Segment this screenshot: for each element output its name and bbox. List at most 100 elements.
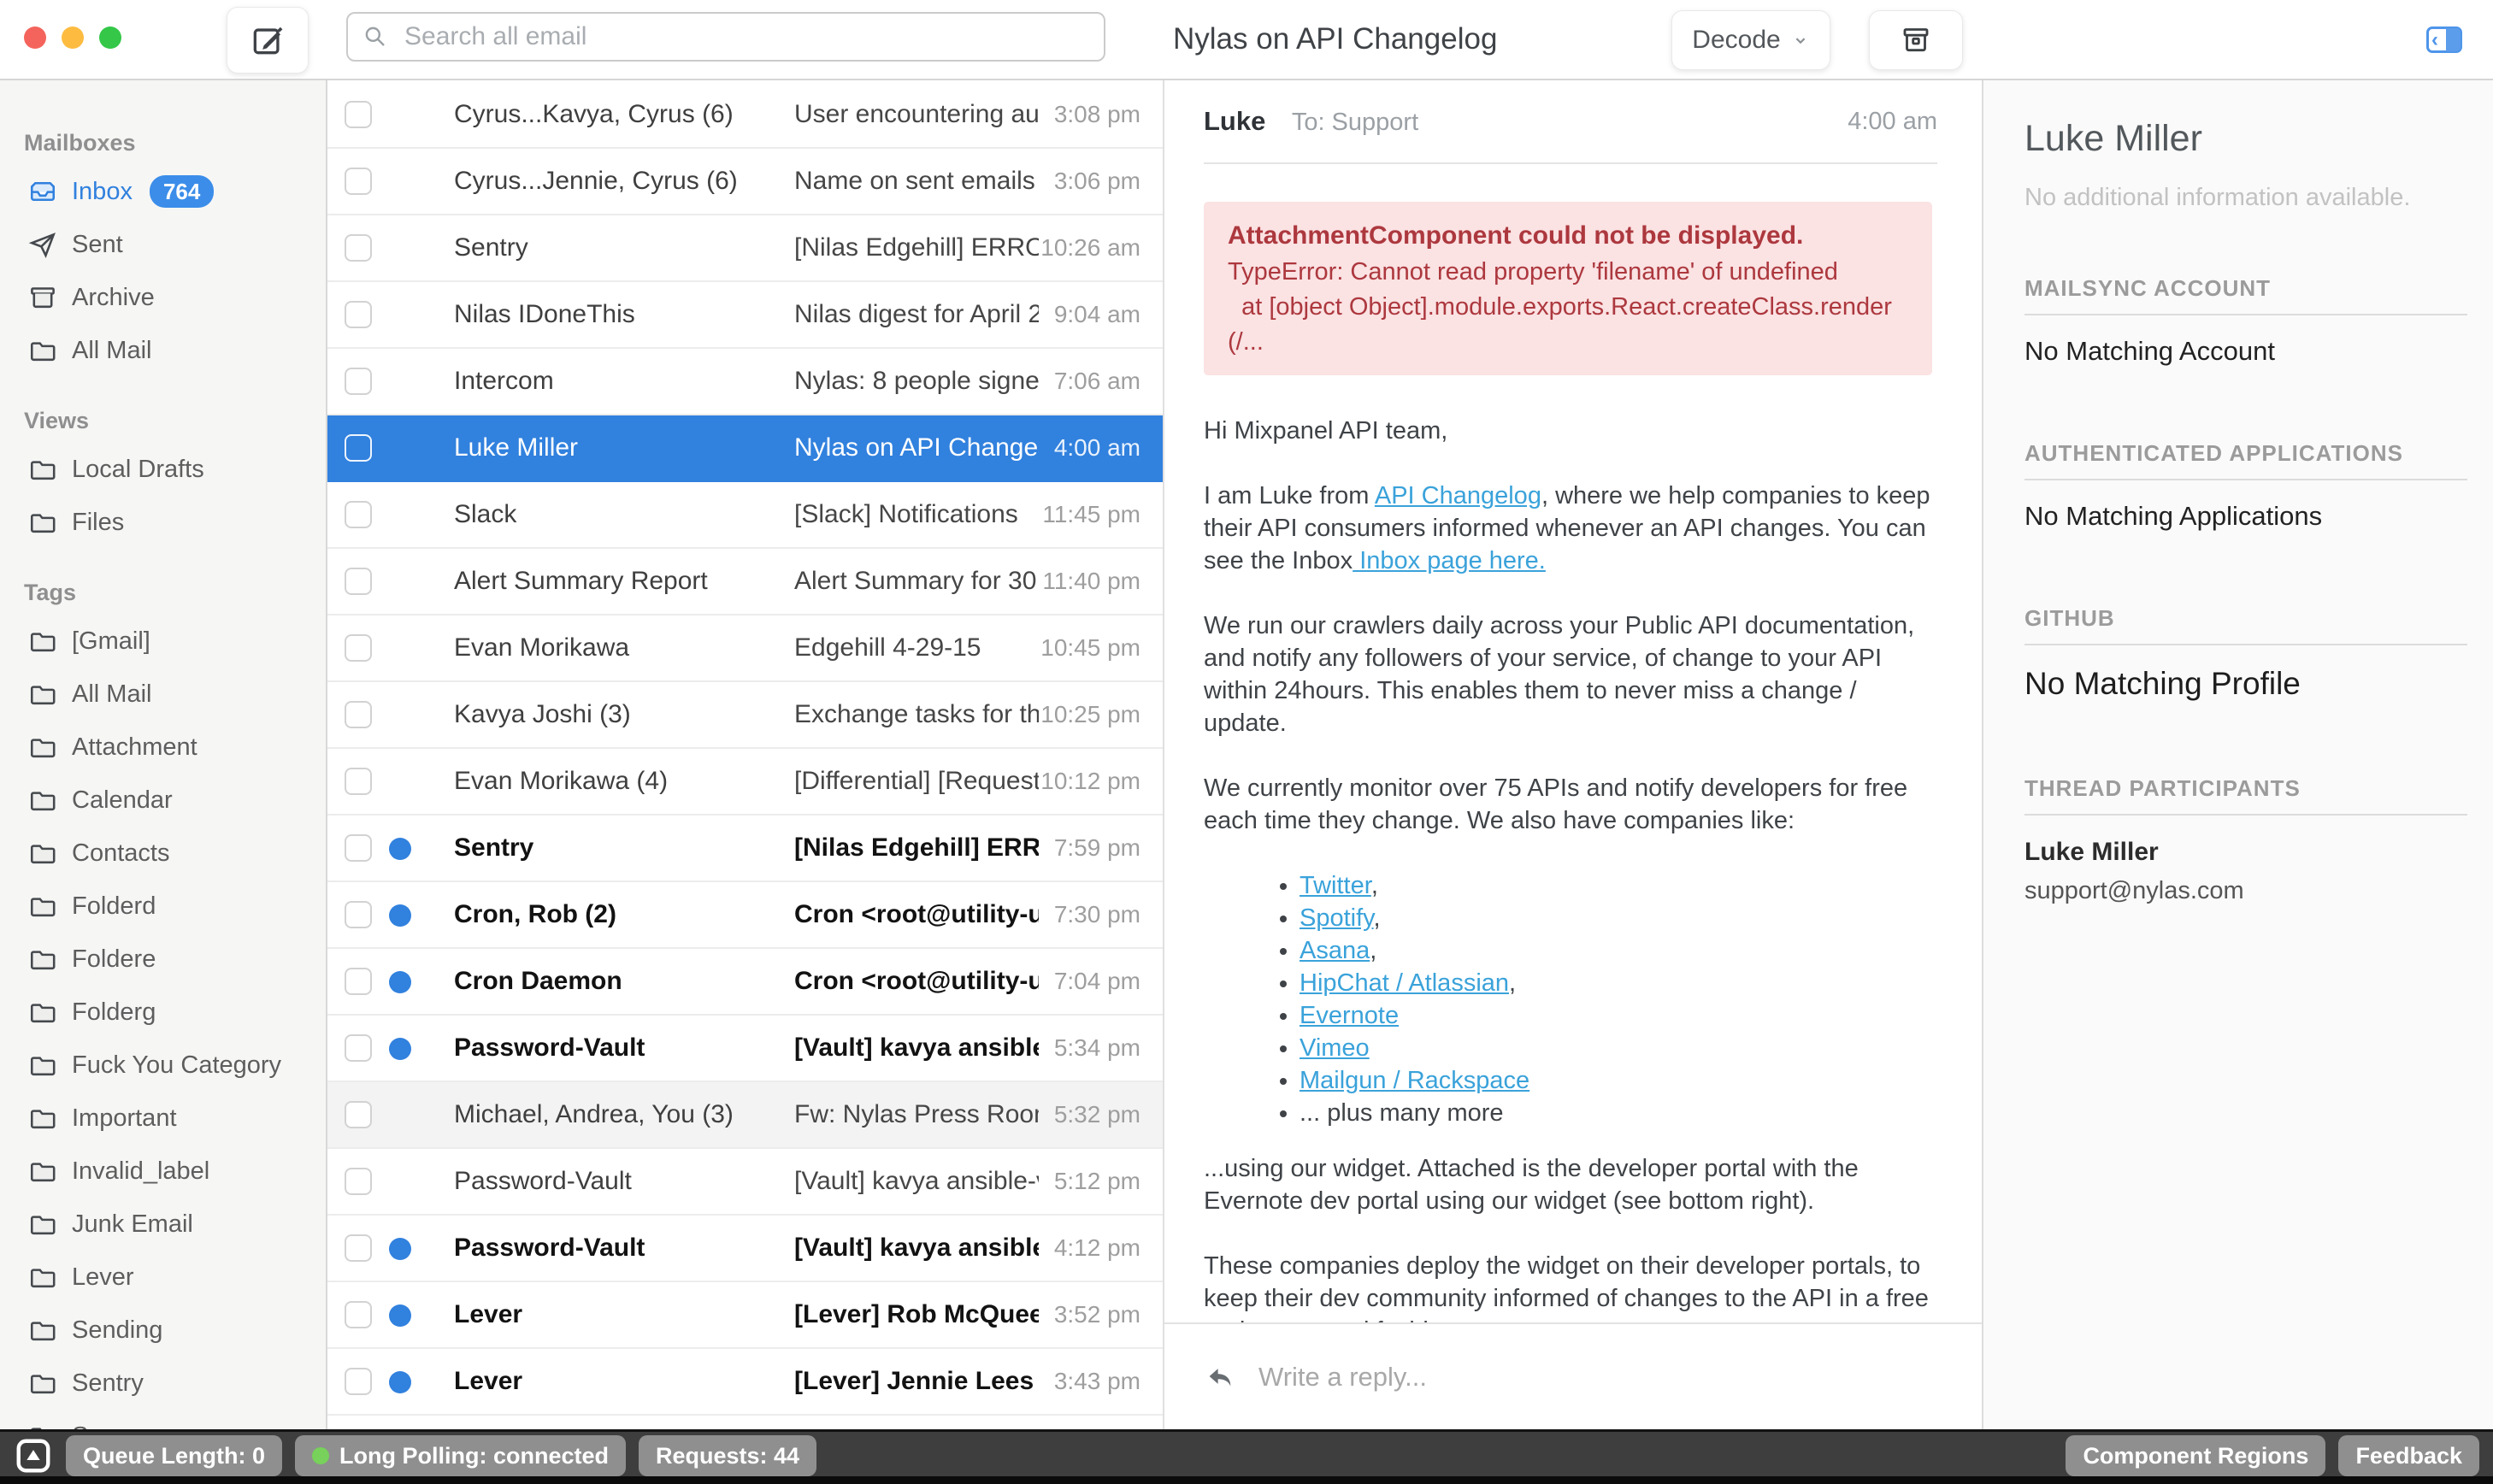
activity-icon[interactable] [14,1436,53,1475]
sidebar-item[interactable]: Archive [0,271,326,324]
thread-list-row[interactable]: Cron, Rob (2) Cron <root@utility-u 7:30 … [327,882,1163,949]
thread-checkbox[interactable] [345,901,372,928]
thread-checkbox[interactable] [345,1168,372,1195]
sidebar-item[interactable]: Attachment [0,721,326,774]
error-title: AttachmentComponent could not be display… [1228,217,1908,255]
sidebar-item[interactable]: Invalid_label [0,1145,326,1198]
api-changelog-link[interactable]: API Changelog [1375,482,1541,509]
inbox-page-link[interactable]: Inbox page here. [1353,547,1546,574]
list-item-text: ... plus many more [1300,1099,1504,1127]
sidebar-item[interactable]: Junk Email [0,1198,326,1251]
long-polling-pill[interactable]: Long Polling: connected [295,1435,626,1476]
thread-checkbox[interactable] [345,1301,372,1328]
thread-list-row[interactable]: Alert Summary Report Alert Summary for 3… [327,549,1163,615]
sidebar-item[interactable]: Local Drafts [0,443,326,496]
sidebar-item[interactable]: Sentry [0,1357,326,1410]
thread-checkbox[interactable] [345,634,372,662]
thread-checkbox[interactable] [345,701,372,728]
thread-checkbox[interactable] [345,1368,372,1395]
thread-list-row[interactable]: Evan Morikawa (4) [Differential] [Reques… [327,749,1163,816]
minimize-window-button[interactable] [62,26,84,49]
sidebar-item[interactable]: Files [0,496,326,549]
thread-list-row[interactable]: Sentry [Nilas Edgehill] ERROR 7:59 pm [327,816,1163,882]
message-scroll-area: Luke To: Support 4:00 am AttachmentCompo… [1164,80,1982,1322]
zoom-window-button[interactable] [99,26,121,49]
sidebar-item[interactable]: Fuck You Category [0,1039,326,1092]
sidebar-item[interactable]: Important [0,1092,326,1145]
thread-list-row[interactable]: Cyrus...Jennie, Cyrus (6) Name on sent e… [327,149,1163,215]
thread-checkbox[interactable] [345,568,372,595]
close-window-button[interactable] [24,26,46,49]
thread-list-row[interactable]: Password-Vault [Vault] kavya ansible-v 5… [327,1016,1163,1082]
thread-checkbox[interactable] [345,501,372,528]
decode-button[interactable]: Decode [1671,10,1830,70]
queue-length-pill[interactable]: Queue Length: 0 [66,1435,282,1476]
thread-checkbox[interactable] [345,1034,372,1062]
message-recipient: To: Support [1292,109,1418,136]
company-link[interactable]: HipChat / Atlassian [1300,969,1509,997]
sidebar-item[interactable]: Sent [0,218,326,271]
sidebar-item[interactable]: Spam [0,1410,326,1429]
thread-sender: Luke Miller [454,415,782,480]
company-link[interactable]: Evernote [1300,1002,1399,1029]
thread-list-row[interactable]: Slack [Slack] Notifications 11:45 pm [327,482,1163,549]
company-link[interactable]: Mailgun / Rackspace [1300,1067,1529,1094]
sidebar-item[interactable]: All Mail [0,668,326,721]
thread-list-row[interactable]: Password-Vault [Vault] kavya ansible-v 4… [327,1216,1163,1282]
thread-list-row[interactable]: Lever [Lever] Rob McQueen 3:52 pm [327,1282,1163,1349]
thread-checkbox[interactable] [345,234,372,262]
requests-pill[interactable]: Requests: 44 [639,1435,816,1476]
thread-checkbox[interactable] [345,101,372,128]
search-bar [346,12,1105,62]
thread-checkbox[interactable] [345,368,372,395]
thread-list-row[interactable]: Luke Miller Nylas on API Changelog 4:00 … [327,415,1163,482]
thread-list-row[interactable]: Nilas IDoneThis Nilas digest for April 2… [327,282,1163,349]
thread-list-row[interactable]: Cyrus...Kavya, Cyrus (6) User encounteri… [327,82,1163,149]
thread-title: Nylas on API Changelog [1173,0,1497,79]
thread-checkbox[interactable] [345,1234,372,1262]
thread-list-row[interactable]: Sentry [Nilas Edgehill] ERROR 10:26 am [327,215,1163,282]
company-link[interactable]: Twitter [1300,872,1371,899]
sidebar-item-icon [27,282,58,313]
sidebar-item[interactable]: Inbox 764 [0,165,326,218]
thread-list-row[interactable]: Password-Vault [Vault] kavya ansible-v 5… [327,1149,1163,1216]
archive-thread-button[interactable] [1869,10,1963,70]
sidebar-item[interactable]: All Mail [0,324,326,377]
thread-checkbox[interactable] [345,768,372,795]
thread-list-row[interactable]: Cron Daemon Cron <root@utility-u 7:04 pm [327,949,1163,1016]
thread-list-row[interactable]: Kavya Joshi (3) Exchange tasks for the 1… [327,682,1163,749]
sidebar-item-icon [27,1262,58,1293]
thread-checkbox[interactable] [345,968,372,995]
sidebar-item[interactable]: Calendar [0,774,326,827]
thread-checkbox[interactable] [345,834,372,862]
thread-list-row[interactable]: Lever [Lever] Jennie Lees ( 3:43 pm [327,1349,1163,1416]
thread-checkbox[interactable] [345,168,372,195]
thread-checkbox[interactable] [345,301,372,328]
sidebar-item[interactable]: Sending [0,1304,326,1357]
thread-time: 4:00 am [1054,415,1140,480]
component-regions-button[interactable]: Component Regions [2066,1435,2325,1476]
feedback-button[interactable]: Feedback [2338,1435,2479,1476]
search-input[interactable] [346,12,1105,62]
company-link[interactable]: Spotify [1300,904,1374,932]
company-link[interactable]: Vimeo [1300,1034,1370,1062]
sidebar-item[interactable]: [Gmail] [0,615,326,668]
sidebar-item[interactable]: Foldere [0,933,326,986]
sidebar-item[interactable]: Lever [0,1251,326,1304]
thread-list-row[interactable]: Michael, Andrea, You (3) Fw: Nylas Press… [327,1082,1163,1149]
sidebar-items: Inbox 764 [0,165,326,377]
sidebar-item[interactable]: Contacts [0,827,326,880]
compose-button[interactable] [227,7,309,74]
reply-composer[interactable]: Write a reply... [1164,1322,1982,1429]
toggle-sidebar-panel-button[interactable]: ‹ [2426,26,2462,53]
thread-list-row[interactable]: Evan Morikawa Edgehill 4-29-15 10:45 pm [327,615,1163,682]
company-link[interactable]: Asana [1300,937,1370,964]
thread-checkbox[interactable] [345,434,372,462]
sidebar-item-icon [27,838,58,869]
thread-checkbox[interactable] [345,1101,372,1128]
sidebar-item[interactable]: Folderg [0,986,326,1039]
thread-list-row[interactable]: Intercom Nylas: 8 people signed 7:06 am [327,349,1163,415]
company-list-item: Twitter, [1300,869,1941,902]
sidebar-item[interactable]: Folderd [0,880,326,933]
thread-subject: Name on sent emails [794,149,1039,214]
